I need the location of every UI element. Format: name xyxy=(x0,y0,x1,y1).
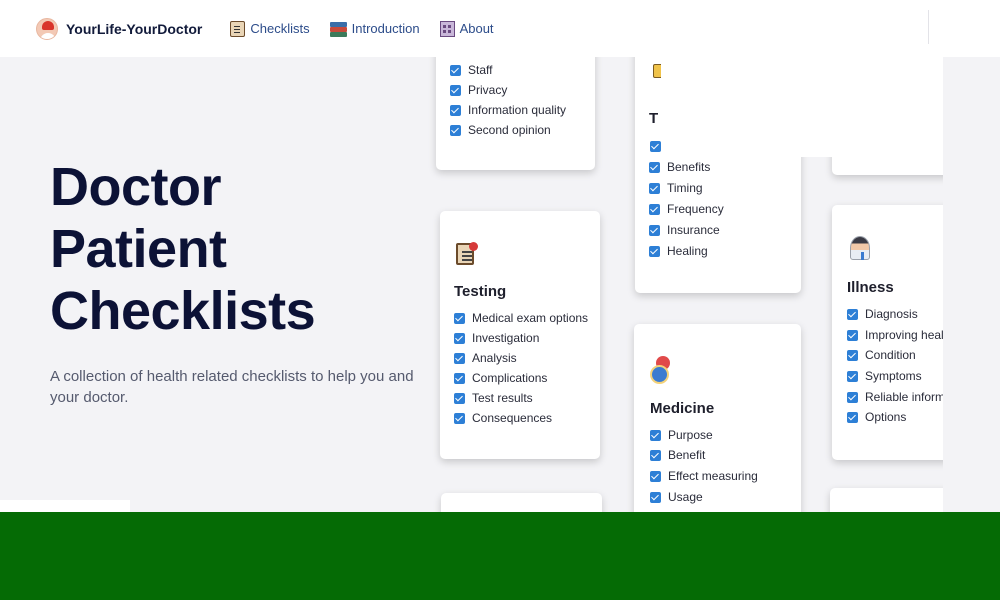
checkbox-checked-icon xyxy=(650,491,661,503)
checklist-item: Improving healt xyxy=(847,328,947,342)
checklist-card-communication[interactable]: Staff Privacy Information quality Second… xyxy=(436,40,595,170)
nav-checklists[interactable]: Checklists xyxy=(230,20,310,37)
checklist-item: Effect measuring xyxy=(650,469,758,483)
footer-band xyxy=(0,512,1000,600)
checkbox-checked-icon xyxy=(649,245,660,257)
building-icon xyxy=(439,20,455,37)
site-header: YourLife-YourDoctor Checklists Introduct… xyxy=(0,0,1000,57)
checkbox-checked-icon xyxy=(649,224,660,236)
checklist-item: Usage xyxy=(650,490,703,504)
checkbox-checked-icon xyxy=(650,449,661,461)
doctor-avatar-icon xyxy=(36,17,58,40)
checklist-card-illness[interactable]: Illness Diagnosis Improving healt Condit… xyxy=(832,205,952,460)
checklist-item: Frequency xyxy=(649,202,724,216)
checklist-item: Analysis xyxy=(454,351,517,365)
checklist-item: Complications xyxy=(454,371,547,385)
clipboard-icon xyxy=(230,20,246,37)
checklist-item: Benefits xyxy=(649,160,710,174)
header-divider xyxy=(928,10,929,44)
checklist-item: Staff xyxy=(450,63,492,77)
checkbox-checked-icon xyxy=(454,392,465,404)
title-line-doctor: Doctor xyxy=(50,157,222,217)
checkbox-checked-icon xyxy=(847,370,858,382)
checkbox-checked-icon xyxy=(450,64,461,76)
main-nav: Checklists Introduction About xyxy=(230,20,494,37)
nav-introduction[interactable]: Introduction xyxy=(329,21,420,37)
checklist-item: Condition xyxy=(847,348,916,362)
checklist-item: Healing xyxy=(649,244,708,258)
checkbox-checked-icon xyxy=(650,141,661,152)
doctor-icon xyxy=(850,236,870,260)
checkbox-checked-icon xyxy=(454,372,465,384)
checklist-item: Test results xyxy=(454,391,533,405)
checkbox-checked-icon xyxy=(650,470,661,482)
checklist-item: Diagnosis xyxy=(847,307,918,321)
nav-about-label: About xyxy=(459,21,494,36)
nav-checklists-label: Checklists xyxy=(250,21,310,36)
checkbox-checked-icon xyxy=(454,312,465,324)
checklist-item: Timing xyxy=(649,181,703,195)
brand-name: YourLife-YourDoctor xyxy=(66,20,203,37)
checkbox-checked-icon xyxy=(650,429,661,441)
checklist-card-medicine[interactable]: Medicine Purpose Benefit Effect measurin… xyxy=(634,324,801,524)
checkbox-checked-icon xyxy=(649,203,660,215)
checkbox-checked-icon xyxy=(847,349,858,361)
checkbox-checked-icon xyxy=(450,124,461,136)
checkbox-checked-icon xyxy=(847,411,858,423)
card-title: Medicine xyxy=(650,400,715,417)
checkbox-checked-icon xyxy=(847,391,858,403)
checklist-item: Reliable inform xyxy=(847,390,945,404)
right-edge-mask xyxy=(943,57,1000,512)
checkbox-checked-icon xyxy=(454,412,465,424)
checklist-item: Benefit xyxy=(650,448,705,462)
checkbox-checked-icon xyxy=(649,161,660,173)
pills-icon xyxy=(650,356,674,384)
checklist-item: Second opinion xyxy=(450,123,551,137)
title-line-checklists: Checklists xyxy=(50,281,316,341)
checklist-item: Options xyxy=(847,410,906,424)
checklist-item: Investigation xyxy=(454,331,539,345)
checklist-item: Insurance xyxy=(649,223,720,237)
checklist-item: Privacy xyxy=(450,83,507,97)
nav-introduction-label: Introduction xyxy=(351,21,420,36)
cookie-bar-edge xyxy=(0,500,130,512)
clipboard-check-icon xyxy=(456,242,478,265)
checklist-item: Consequences xyxy=(454,411,552,425)
brand-logo-link[interactable]: YourLife-YourDoctor xyxy=(36,17,203,40)
nav-about[interactable]: About xyxy=(439,20,494,37)
checklist-item: Purpose xyxy=(650,428,713,442)
checkbox-checked-icon xyxy=(450,84,461,96)
checkbox-checked-icon xyxy=(649,182,660,194)
card-title: Testing xyxy=(454,283,507,300)
checklist-item: Medical exam options xyxy=(454,311,588,325)
checkbox-checked-icon xyxy=(847,308,858,320)
card-title: T xyxy=(649,110,659,127)
page-subtitle: A collection of health related checklist… xyxy=(50,368,414,406)
checklist-item: Information quality xyxy=(450,103,566,117)
page-title: Doctor Patient Checklists xyxy=(50,156,410,342)
checkbox-checked-icon xyxy=(450,104,461,116)
title-line-patient: Patient xyxy=(50,219,227,279)
overlay-panel xyxy=(661,57,943,157)
checklist-item: Symptoms xyxy=(847,369,922,383)
checkbox-checked-icon xyxy=(454,332,465,344)
card-title: Illness xyxy=(847,279,894,296)
books-icon xyxy=(329,21,347,37)
checklist-card-testing[interactable]: Testing Medical exam options Investigati… xyxy=(440,211,600,459)
checkbox-checked-icon xyxy=(847,329,858,341)
checkbox-checked-icon xyxy=(454,352,465,364)
